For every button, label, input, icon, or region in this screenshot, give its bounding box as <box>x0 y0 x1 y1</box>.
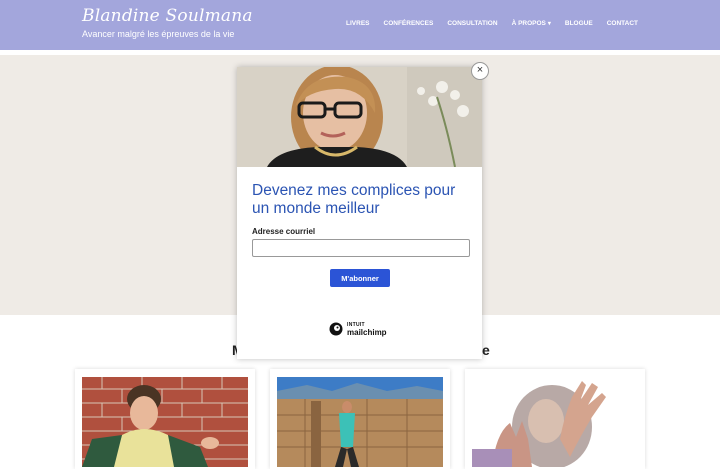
email-field[interactable] <box>252 239 470 257</box>
mailchimp-label: mailchimp <box>347 328 387 337</box>
newsletter-popup: × Devenez mes complices pour un monde me… <box>237 62 489 359</box>
email-label: Adresse courriel <box>252 227 316 236</box>
section-title-end: e <box>482 342 490 358</box>
mailchimp-logo[interactable]: INTUIT mailchimp <box>329 322 387 337</box>
popup-heading: Devenez mes complices pour un monde meil… <box>252 182 456 217</box>
nav-item-contact[interactable]: CONTACT <box>607 20 638 27</box>
card-image-hand-raised[interactable] <box>472 377 638 467</box>
author-portrait <box>237 67 482 167</box>
nav-item-a-propos[interactable]: À PROPOS ▾ <box>512 20 551 27</box>
nav-item-livres[interactable]: LIVRES <box>346 20 369 27</box>
nav-item-blogue[interactable]: BLOGUE <box>565 20 593 27</box>
subscribe-button[interactable]: M'abonner <box>330 269 390 287</box>
close-button[interactable]: × <box>471 62 489 80</box>
site-header: Blandine Soulmana Avancer malgré les épr… <box>0 0 720 50</box>
article-card[interactable] <box>75 369 255 469</box>
nav-item-consultation[interactable]: CONSULTATION <box>447 20 497 27</box>
article-card[interactable] <box>270 369 450 469</box>
site-tagline: Avancer malgré les épreuves de la vie <box>82 29 235 39</box>
main-nav: LIVRES CONFÉRENCES CONSULTATION À PROPOS… <box>346 20 638 27</box>
mailchimp-icon <box>329 322 343 336</box>
site-title[interactable]: Blandine Soulmana <box>82 6 253 26</box>
nav-item-conferences[interactable]: CONFÉRENCES <box>384 20 434 27</box>
card-image-climbing-wall[interactable] <box>277 377 443 467</box>
article-card[interactable] <box>465 369 645 469</box>
card-image-boy-crying[interactable] <box>82 377 248 467</box>
chevron-down-icon: ▾ <box>547 21 551 27</box>
